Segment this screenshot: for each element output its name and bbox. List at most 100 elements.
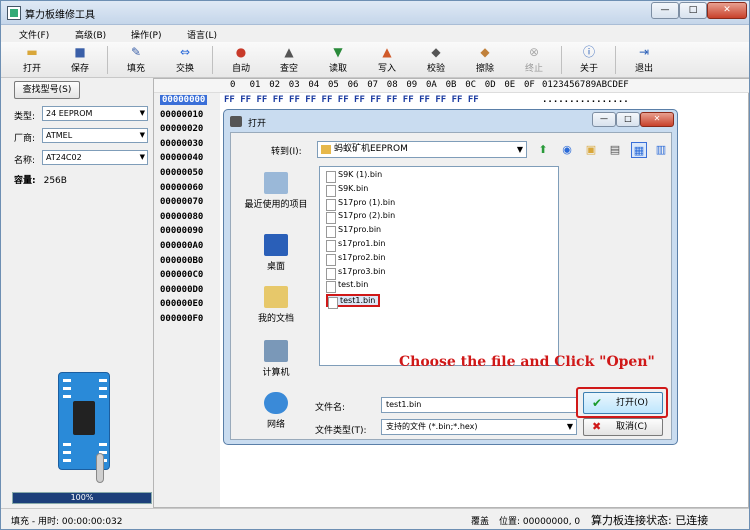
back-icon[interactable]: ⬆ bbox=[535, 142, 551, 158]
file-item[interactable]: S9K.bin bbox=[326, 184, 368, 197]
address-label: 00000080 bbox=[160, 211, 204, 222]
open-button[interactable]: ✔ 打开(O) bbox=[583, 392, 663, 414]
toolbar-fill-button[interactable]: ✎ 填充 bbox=[117, 44, 155, 76]
hex-column-label: 04 bbox=[308, 80, 320, 90]
menu-advanced[interactable]: 高级(B) bbox=[75, 28, 106, 41]
hex-column-label: 01 bbox=[249, 80, 261, 90]
socket-lever bbox=[96, 453, 104, 483]
toolbar-about-button[interactable]: ⓘ 关于 bbox=[570, 44, 608, 76]
toolbar-erase-button[interactable]: ◆ 擦除 bbox=[466, 44, 504, 76]
menu-operation[interactable]: 操作(P) bbox=[131, 28, 161, 41]
file-item[interactable]: s17pro3.bin bbox=[326, 267, 385, 280]
toolbar-save-button[interactable]: ■ 保存 bbox=[61, 44, 99, 76]
list-view-icon[interactable]: ▦ bbox=[631, 142, 647, 158]
details-view-icon[interactable]: ▤ bbox=[607, 142, 623, 158]
place-network[interactable]: 网络 bbox=[235, 392, 317, 430]
minimize-button[interactable]: — bbox=[651, 2, 679, 19]
cancel-button[interactable]: ✖ 取消(C) bbox=[583, 418, 663, 436]
vendor-select[interactable]: ATMEL ▼ bbox=[42, 128, 148, 143]
save-icon: ■ bbox=[74, 45, 86, 59]
folder-icon bbox=[321, 145, 331, 154]
app-icon bbox=[7, 6, 21, 20]
fill-icon: ✎ bbox=[130, 45, 142, 59]
network-icon bbox=[264, 392, 288, 414]
view-menu-icon[interactable]: ▥ bbox=[653, 142, 669, 158]
lookin-select[interactable]: 蚂蚁矿机EEPROM ▼ bbox=[317, 141, 527, 158]
dialog-maximize-button[interactable]: □ bbox=[616, 112, 640, 127]
status-position: 位置: 00000000, 0 bbox=[499, 517, 581, 527]
file-item-selected[interactable]: test1.bin bbox=[326, 294, 381, 310]
address-label: 00000060 bbox=[160, 182, 204, 193]
menu-language[interactable]: 语言(L) bbox=[187, 28, 217, 41]
name-select[interactable]: AT24C02 ▼ bbox=[42, 150, 148, 165]
recent-items-icon bbox=[264, 172, 288, 194]
place-desktop[interactable]: 桌面 bbox=[235, 234, 317, 272]
lookin-label: 转到(I): bbox=[271, 147, 302, 157]
type-select[interactable]: 24 EEPROM ▼ bbox=[42, 106, 148, 121]
toolbar-exit-button[interactable]: ⇥ 退出 bbox=[625, 44, 663, 76]
new-folder-icon[interactable]: ▣ bbox=[583, 142, 599, 158]
place-computer[interactable]: 计算机 bbox=[235, 340, 317, 378]
address-label: 00000090 bbox=[160, 226, 204, 237]
hex-column-label: 0C bbox=[465, 80, 477, 90]
place-documents[interactable]: 我的文档 bbox=[235, 286, 317, 324]
eeprom-chip bbox=[73, 401, 95, 435]
file-item[interactable]: S17pro (1).bin bbox=[326, 198, 395, 211]
name-label: 名称: bbox=[14, 156, 36, 166]
socket-pin bbox=[63, 395, 71, 398]
progress-bar: 100% bbox=[12, 492, 152, 504]
address-column: 00000000 00000010 00000020 00000030 00000040… bbox=[154, 93, 220, 507]
socket-pin bbox=[63, 379, 71, 382]
hex-data-row[interactable]: FF FF FF FF FF FF FF FF FF FF FF FF FF F… bbox=[224, 95, 479, 105]
address-label: 00000070 bbox=[160, 197, 204, 208]
file-item[interactable]: s17pro1.bin bbox=[326, 239, 385, 252]
hex-column-label: 08 bbox=[386, 80, 398, 90]
dialog-title: 打开 bbox=[248, 119, 267, 129]
hex-column-label: 02 bbox=[269, 80, 281, 90]
menu-bar: 文件(F) 高级(B) 操作(P) 语言(L) bbox=[1, 25, 749, 42]
file-list[interactable]: S9K (1).bin S9K.bin S17pro (1).bin S17pro (… bbox=[319, 166, 559, 366]
dialog-close-button[interactable]: ✕ bbox=[640, 112, 674, 127]
documents-icon bbox=[264, 286, 288, 308]
window-title: 算力板维修工具 bbox=[25, 10, 95, 21]
filename-input[interactable]: test1.bin bbox=[381, 397, 577, 413]
close-icon: ✖ bbox=[592, 420, 602, 433]
place-recent[interactable]: 最近使用的项目 bbox=[235, 172, 317, 210]
maximize-button[interactable]: □ bbox=[679, 2, 707, 19]
close-button[interactable]: ✕ bbox=[707, 2, 747, 19]
file-item[interactable]: test.bin bbox=[326, 280, 368, 294]
hex-column-label: 07 bbox=[367, 80, 379, 90]
file-item[interactable]: S17pro (2).bin bbox=[326, 211, 395, 225]
toolbar-blank-check-button[interactable]: ▲ 查空 bbox=[270, 44, 308, 76]
instruction-annotation: Choose the file and Click "Open" bbox=[399, 354, 655, 370]
file-item[interactable]: S9K (1).bin bbox=[326, 170, 382, 183]
toolbar-auto-button[interactable]: ● 自动 bbox=[222, 44, 260, 76]
hex-column-label: 09 bbox=[406, 80, 418, 90]
toolbar-read-button[interactable]: ▼ 读取 bbox=[319, 44, 357, 76]
address-label: 000000C0 bbox=[160, 270, 204, 281]
lookup-model-button[interactable]: 查找型号(S) bbox=[14, 81, 80, 99]
read-icon: ▼ bbox=[333, 45, 343, 59]
up-folder-icon[interactable]: ◉ bbox=[559, 142, 575, 158]
chevron-down-icon: ▼ bbox=[139, 153, 145, 161]
toolbar: ▬ 打开 ■ 保存 ✎ 填充 ⇔ 交换 ● 自动 ▲ 查空 ▼ 读取 ▲ 写入 ◆ 校验 ◆ 擦除 … bbox=[1, 42, 749, 78]
toolbar-stop-button[interactable]: ⊗ 终止 bbox=[515, 44, 553, 76]
file-item[interactable]: s17pro2.bin bbox=[326, 253, 385, 266]
file-item[interactable]: S17pro.bin bbox=[326, 225, 381, 239]
hex-column-label: 0F bbox=[524, 80, 535, 90]
menu-file[interactable]: 文件(F) bbox=[19, 28, 49, 41]
hex-column-label: 0B bbox=[445, 80, 457, 90]
filetype-select[interactable]: 支持的文件 (*.bin;*.hex) ▼ bbox=[381, 419, 577, 435]
toolbar-open-button[interactable]: ▬ 打开 bbox=[13, 44, 51, 76]
toolbar-verify-button[interactable]: ◆ 校验 bbox=[417, 44, 455, 76]
toolbar-write-button[interactable]: ▲ 写入 bbox=[368, 44, 406, 76]
capacity-info: 容量: 256B bbox=[14, 176, 67, 186]
dialog-minimize-button[interactable]: — bbox=[592, 112, 616, 127]
toolbar-swap-button[interactable]: ⇔ 交换 bbox=[166, 44, 204, 76]
desktop-icon bbox=[264, 234, 288, 256]
places-bar: 最近使用的项目 桌面 我的文档 计算机 网络 bbox=[235, 168, 317, 438]
hex-column-label: 0A bbox=[426, 80, 437, 90]
socket-pin bbox=[63, 387, 71, 390]
status-mode: 覆盖 bbox=[471, 517, 490, 527]
auto-icon: ● bbox=[235, 45, 247, 59]
